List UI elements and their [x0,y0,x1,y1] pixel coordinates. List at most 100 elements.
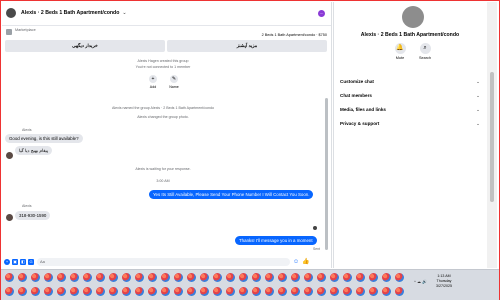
listing-title[interactable]: 2 Beds 1 Bath Apartment/condo · $750 [262,33,327,37]
sticker-icon[interactable]: ◧ [20,258,26,265]
outgoing-message[interactable]: Yes Its Still Available, Please Send You… [149,190,314,199]
taskbar-app-icon[interactable] [5,273,14,282]
other-buyer-button[interactable]: خریدار دیگهی [5,40,165,52]
like-icon[interactable]: 👍 [302,258,309,265]
taskbar-app-icon[interactable] [317,273,326,282]
taskbar-app-icon[interactable] [304,287,313,296]
marketplace-row[interactable]: Marketplace 2 Beds 1 Bath Apartment/cond… [2,25,331,40]
taskbar-app-icon[interactable] [369,273,378,282]
taskbar-app-icon[interactable] [356,287,365,296]
gif-icon[interactable]: G [28,258,34,265]
taskbar-app-icon[interactable] [57,273,66,282]
chat-scrollbar[interactable] [324,58,329,254]
taskbar-app-icon[interactable] [369,287,378,296]
taskbar-app-icon[interactable] [291,273,300,282]
taskbar-app-icon[interactable] [44,273,53,282]
system-tray[interactable]: ^ ☁ 🔊 [414,279,427,284]
taskbar-app-icon[interactable] [135,273,144,282]
section-chat-members[interactable]: Chat members ⌄ [340,90,480,102]
avatar[interactable] [6,152,13,159]
taskbar-app-icon[interactable] [57,287,66,296]
taskbar-app-icon[interactable] [135,287,144,296]
taskbar-app-icon[interactable] [291,287,300,296]
incoming-message[interactable]: Good evening, is this still available? [5,134,83,143]
taskbar-app-icon[interactable] [70,287,79,296]
mute-button[interactable]: 🔔 Mute [389,43,411,60]
taskbar-app-icon[interactable] [70,273,79,282]
taskbar-app-icon[interactable] [226,273,235,282]
chevron-down-icon[interactable]: ⌄ [122,10,126,16]
taskbar-app-icon[interactable] [174,273,183,282]
taskbar-app-icon[interactable] [109,287,118,296]
taskbar-app-icon[interactable] [18,287,27,296]
scrollbar-thumb[interactable] [490,72,494,202]
taskbar-app-icon[interactable] [161,273,170,282]
taskbar-app-icon[interactable] [252,287,261,296]
taskbar-app-icon[interactable] [330,273,339,282]
taskbar-app-icon[interactable] [96,273,105,282]
chat-title[interactable]: Alexis · 2 Beds 1 Bath Apartment/condo [21,10,119,16]
taskbar-app-icon[interactable] [395,287,404,296]
taskbar-app-icon[interactable] [174,287,183,296]
taskbar-app-icon[interactable] [83,287,92,296]
group-avatar[interactable] [6,8,16,18]
taskbar-app-icon[interactable] [31,287,40,296]
taskbar-app-icon[interactable] [278,273,287,282]
more-options-icon[interactable]: ⋯ [318,10,325,17]
taskbar-app-icon[interactable] [317,287,326,296]
taskbar-app-icon[interactable] [343,287,352,296]
add-person-icon[interactable]: + [149,75,157,83]
taskbar-app-icon[interactable] [395,273,404,282]
clock[interactable]: 1:13 AM Thursday 3/27/2025 [436,274,452,289]
message-input[interactable]: Aa [37,257,290,266]
taskbar-app-icon[interactable] [278,287,287,296]
taskbar-app-icon[interactable] [187,287,196,296]
emoji-icon[interactable]: ☺ [293,259,299,265]
taskbar-app-icon[interactable] [200,287,209,296]
taskbar-app-icon[interactable] [239,287,248,296]
taskbar-app-icon[interactable] [304,273,313,282]
taskbar-app-icon[interactable] [161,287,170,296]
taskbar-app-icon[interactable] [239,273,248,282]
section-media-files-links[interactable]: Media, files and links ⌄ [340,104,480,116]
scrollbar-thumb[interactable] [325,98,328,250]
group-photo[interactable] [402,6,424,28]
taskbar-app-icon[interactable] [148,287,157,296]
taskbar-app-icon[interactable] [122,287,131,296]
taskbar-app-icon[interactable] [343,273,352,282]
taskbar-app-icon[interactable] [382,287,391,296]
search-button[interactable]: ⌕ Search [414,43,436,60]
taskbar-app-icon[interactable] [109,273,118,282]
taskbar-app-icon[interactable] [148,273,157,282]
taskbar-app-icon[interactable] [330,287,339,296]
taskbar-app-icon[interactable] [18,273,27,282]
more-options-button[interactable]: مزید آپشنز [167,40,327,52]
taskbar-app-icon[interactable] [5,287,14,296]
image-icon[interactable]: ▣ [12,258,18,265]
taskbar-app-icon[interactable] [213,287,222,296]
section-privacy-support[interactable]: Privacy & support ⌄ [340,118,480,130]
incoming-message[interactable]: 318-930-1590 [15,211,51,220]
taskbar-app-icon[interactable] [96,287,105,296]
sender-name: Alexis [22,204,32,208]
outgoing-message[interactable]: Thanks! I'll message you in a moment [235,236,317,245]
taskbar-app-icon[interactable] [356,273,365,282]
page-scrollbar[interactable] [487,2,497,268]
taskbar-app-icon[interactable] [187,273,196,282]
taskbar-app-icon[interactable] [265,287,274,296]
taskbar-app-icon[interactable] [83,273,92,282]
taskbar-app-icon[interactable] [252,273,261,282]
taskbar-app-icon[interactable] [226,287,235,296]
taskbar-app-icon[interactable] [122,273,131,282]
avatar[interactable] [6,214,13,221]
plus-icon[interactable]: + [4,258,10,265]
taskbar-app-icon[interactable] [265,273,274,282]
taskbar-app-icon[interactable] [213,273,222,282]
incoming-message[interactable]: پیغام بھیج دیا گیا [15,146,53,155]
section-customize-chat[interactable]: Customize chat ⌄ [340,76,480,88]
taskbar-app-icon[interactable] [44,287,53,296]
taskbar-app-icon[interactable] [31,273,40,282]
taskbar-app-icon[interactable] [200,273,209,282]
taskbar-app-icon[interactable] [382,273,391,282]
edit-name-icon[interactable]: ✎ [170,75,178,83]
